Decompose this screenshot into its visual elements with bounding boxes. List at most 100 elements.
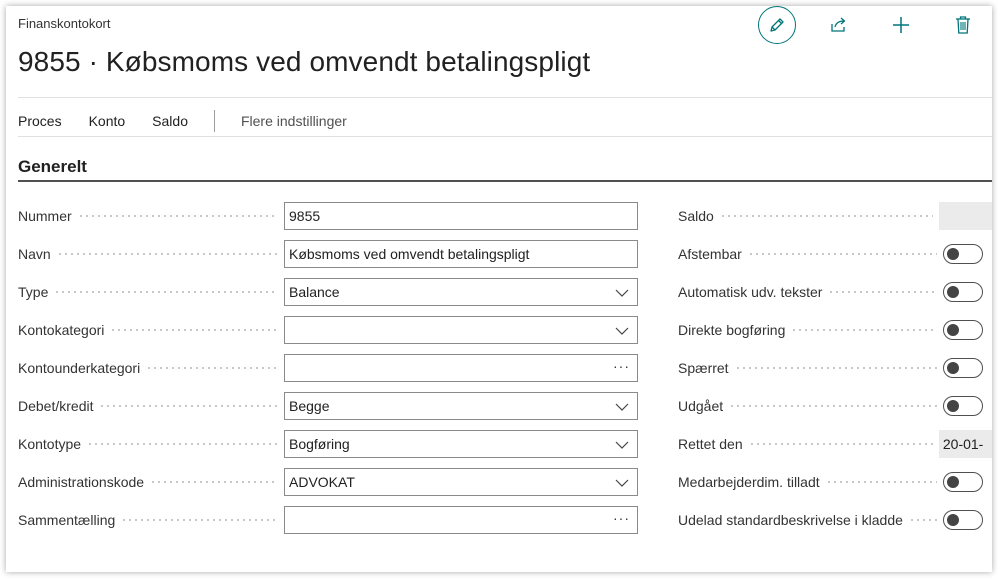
field-label-rettet-den: Rettet den bbox=[678, 436, 743, 452]
leader-dots bbox=[748, 443, 933, 445]
field-row-kontokategori: Kontokategori bbox=[18, 316, 638, 344]
field-row-kontounderkategori: Kontounderkategori ··· bbox=[18, 354, 638, 382]
nummer-input[interactable]: 9855 bbox=[284, 202, 638, 230]
leader-dots bbox=[87, 443, 278, 445]
toggle-knob bbox=[947, 362, 959, 374]
kontounderkategori-lookup[interactable]: ··· bbox=[284, 354, 638, 382]
leader-dots bbox=[825, 481, 937, 483]
chevron-down-icon bbox=[615, 441, 629, 449]
leader-dots bbox=[146, 367, 278, 369]
field-row-type: Type Balance bbox=[18, 278, 638, 306]
field-row-udelad-standardbeskrivelse: Udelad standardbeskrivelse i kladde bbox=[678, 506, 992, 534]
ellipsis-icon[interactable]: ··· bbox=[613, 510, 630, 526]
field-label-direkte-bogfoering: Direkte bogføring bbox=[678, 322, 786, 338]
field-row-navn: Navn Købsmoms ved omvendt betalingspligt bbox=[18, 240, 638, 268]
sammentaelling-lookup[interactable]: ··· bbox=[284, 506, 638, 534]
menu-item-more-options[interactable]: Flere indstillinger bbox=[241, 113, 347, 129]
automatisk-udv-tekster-toggle[interactable] bbox=[943, 282, 983, 302]
saldo-value[interactable] bbox=[938, 202, 992, 230]
field-row-direkte-bogfoering: Direkte bogføring bbox=[678, 316, 992, 344]
field-label-type: Type bbox=[18, 284, 49, 300]
debet-kredit-value: Begge bbox=[289, 398, 330, 414]
leader-dots bbox=[150, 481, 278, 483]
chevron-down-icon bbox=[615, 479, 629, 487]
leader-dots bbox=[56, 253, 278, 255]
account-card: Finanskontokort 9855 · Købsmoms ved omve… bbox=[6, 6, 992, 572]
medarbejderdim-tilladt-toggle[interactable] bbox=[943, 472, 983, 492]
field-row-administrationskode: Administrationskode ADVOKAT bbox=[18, 468, 638, 496]
field-label-nummer: Nummer bbox=[18, 208, 72, 224]
nummer-value: 9855 bbox=[289, 208, 321, 224]
field-label-saldo: Saldo bbox=[678, 208, 714, 224]
edit-button[interactable] bbox=[758, 6, 796, 44]
chevron-down-icon bbox=[615, 403, 629, 411]
menu-item-proces[interactable]: Proces bbox=[18, 113, 62, 129]
direkte-bogfoering-toggle[interactable] bbox=[943, 320, 983, 340]
field-label-sammentaelling: Sammentælling bbox=[18, 512, 116, 528]
toggle-knob bbox=[947, 286, 959, 298]
share-icon bbox=[831, 17, 846, 32]
ellipsis-icon[interactable]: ··· bbox=[613, 358, 630, 374]
add-button[interactable] bbox=[882, 6, 920, 44]
field-row-medarbejderdim-tilladt: Medarbejderdim. tilladt bbox=[678, 468, 992, 496]
delete-button[interactable] bbox=[944, 6, 982, 44]
field-label-kontounderkategori: Kontounderkategori bbox=[18, 360, 141, 376]
field-row-udgaaet: Udgået bbox=[678, 392, 992, 420]
menu-item-saldo[interactable]: Saldo bbox=[152, 113, 188, 129]
field-row-debet-kredit: Debet/kredit Begge bbox=[18, 392, 638, 420]
leader-dots bbox=[121, 519, 278, 521]
field-label-medarbejderdim-tilladt: Medarbejderdim. tilladt bbox=[678, 474, 820, 490]
field-row-spaerret: Spærret bbox=[678, 354, 992, 382]
menu-item-konto[interactable]: Konto bbox=[89, 113, 126, 129]
leader-dots bbox=[747, 253, 937, 255]
leader-dots bbox=[99, 405, 278, 407]
type-value: Balance bbox=[289, 284, 340, 300]
navn-input[interactable]: Købsmoms ved omvendt betalingspligt bbox=[284, 240, 638, 268]
leader-dots bbox=[54, 291, 278, 293]
administrationskode-value: ADVOKAT bbox=[289, 474, 355, 490]
leader-dots bbox=[729, 405, 937, 407]
administrationskode-select[interactable]: ADVOKAT bbox=[284, 468, 638, 496]
toggle-knob bbox=[947, 324, 959, 336]
toggle-knob bbox=[947, 476, 959, 488]
leader-dots bbox=[828, 291, 937, 293]
menu-separator bbox=[213, 110, 215, 132]
chevron-down-icon bbox=[615, 327, 629, 335]
field-row-sammentaelling: Sammentælling ··· bbox=[18, 506, 638, 534]
leader-dots bbox=[719, 215, 933, 217]
rettet-den-value[interactable]: 20-01- bbox=[938, 430, 992, 458]
navn-value: Købsmoms ved omvendt betalingspligt bbox=[289, 246, 530, 262]
field-label-administrationskode: Administrationskode bbox=[18, 474, 145, 490]
udelad-standardbeskrivelse-toggle[interactable] bbox=[943, 510, 983, 530]
kontotype-select[interactable]: Bogføring bbox=[284, 430, 638, 458]
leader-dots bbox=[77, 215, 278, 217]
leader-dots bbox=[791, 329, 937, 331]
header-divider bbox=[18, 97, 992, 98]
udgaaet-toggle[interactable] bbox=[943, 396, 983, 416]
field-label-udgaaet: Udgået bbox=[678, 398, 724, 414]
field-label-kontotype: Kontotype bbox=[18, 436, 82, 452]
kontokategori-select[interactable] bbox=[284, 316, 638, 344]
field-label-afstembar: Afstembar bbox=[678, 246, 742, 262]
field-label-spaerret: Spærret bbox=[678, 360, 729, 376]
field-label-kontokategori: Kontokategori bbox=[18, 322, 105, 338]
field-row-kontotype: Kontotype Bogføring bbox=[18, 430, 638, 458]
menu-divider bbox=[18, 136, 992, 137]
toggle-knob bbox=[947, 514, 959, 526]
field-label-automatisk-udv-tekster: Automatisk udv. tekster bbox=[678, 284, 823, 300]
action-menu: Proces Konto Saldo Flere indstillinger bbox=[18, 110, 374, 132]
plus-icon bbox=[893, 17, 909, 33]
kontotype-value: Bogføring bbox=[289, 436, 350, 452]
spaerret-toggle[interactable] bbox=[943, 358, 983, 378]
chevron-down-icon bbox=[615, 289, 629, 297]
field-row-afstembar: Afstembar bbox=[678, 240, 992, 268]
page-title: 9855 · Købsmoms ved omvendt betalingspli… bbox=[18, 46, 591, 77]
type-select[interactable]: Balance bbox=[284, 278, 638, 306]
section-underline bbox=[18, 180, 992, 182]
pencil-icon bbox=[770, 18, 784, 32]
afstembar-toggle[interactable] bbox=[943, 244, 983, 264]
share-button[interactable] bbox=[820, 6, 858, 44]
trash-icon bbox=[956, 16, 970, 34]
debet-kredit-select[interactable]: Begge bbox=[284, 392, 638, 420]
section-title-generelt[interactable]: Generelt bbox=[18, 157, 87, 177]
